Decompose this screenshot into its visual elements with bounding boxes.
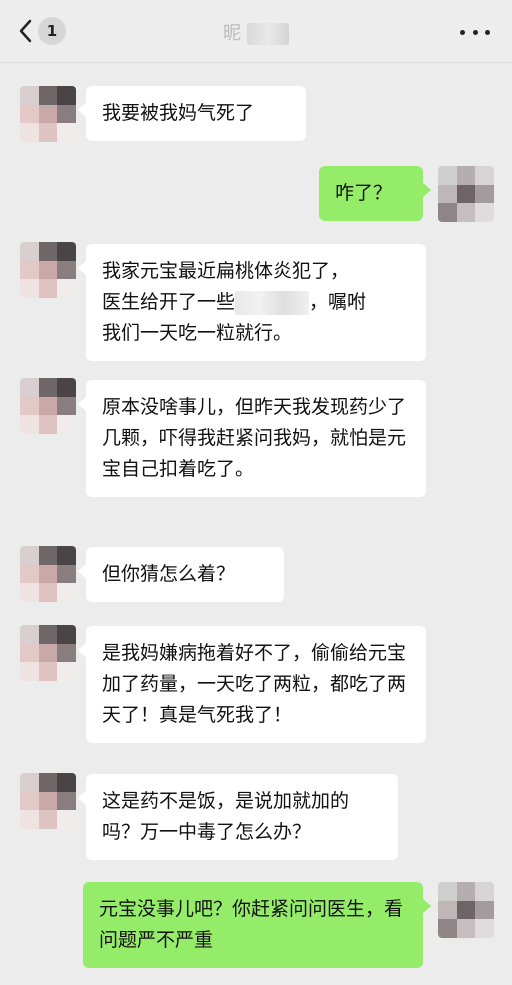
title-mosaic (247, 23, 289, 45)
message-line: 我家元宝最近扁桃体炎犯了， (102, 260, 350, 282)
message-bubble[interactable]: 元宝没事儿吧？你赶紧问问医生，看问题严不严重 (83, 882, 431, 968)
message-bubble[interactable]: 我家元宝最近扁桃体炎犯了， 医生给开了一些 ，嘱咐 我们一天吃一粒就行。 (78, 244, 426, 361)
message-bubble[interactable]: 咋了？ (319, 166, 431, 221)
more-button[interactable] (460, 22, 490, 42)
chat-header: 1 昵 (0, 0, 512, 63)
message-bubble[interactable]: 我要被我妈气死了 (78, 86, 306, 141)
message-line: 医生给开了一些 (102, 291, 236, 313)
avatar[interactable] (20, 773, 76, 829)
message-line: ，嘱咐 (309, 291, 367, 313)
avatar[interactable] (20, 242, 76, 298)
avatar[interactable] (20, 625, 76, 681)
message-bubble[interactable]: 但你猜怎么着？ (78, 547, 284, 602)
message-bubble[interactable]: 原本没啥事儿，但昨天我发现药少了几颗，吓得我赶紧问我妈，就怕是元宝自己扣着吃了。 (78, 380, 426, 497)
message-bubble[interactable]: 这是药不是饭，是说加就加的吗？万一中毒了怎么办？ (78, 774, 398, 860)
message-bubble[interactable]: 是我妈嫌病拖着好不了，偷偷给元宝加了药量，一天吃了两粒，都吃了两天了！真是气死我… (78, 626, 426, 743)
avatar[interactable] (438, 166, 494, 222)
chat-title-text: 昵 (223, 23, 243, 44)
chat-title: 昵 (0, 19, 512, 45)
message-line: 我们一天吃一粒就行。 (102, 322, 293, 344)
avatar[interactable] (20, 378, 76, 434)
ellipsis-icon (460, 29, 465, 35)
avatar[interactable] (438, 882, 494, 938)
avatar[interactable] (20, 86, 76, 142)
avatar[interactable] (20, 546, 76, 602)
redacted-mosaic (235, 290, 310, 315)
